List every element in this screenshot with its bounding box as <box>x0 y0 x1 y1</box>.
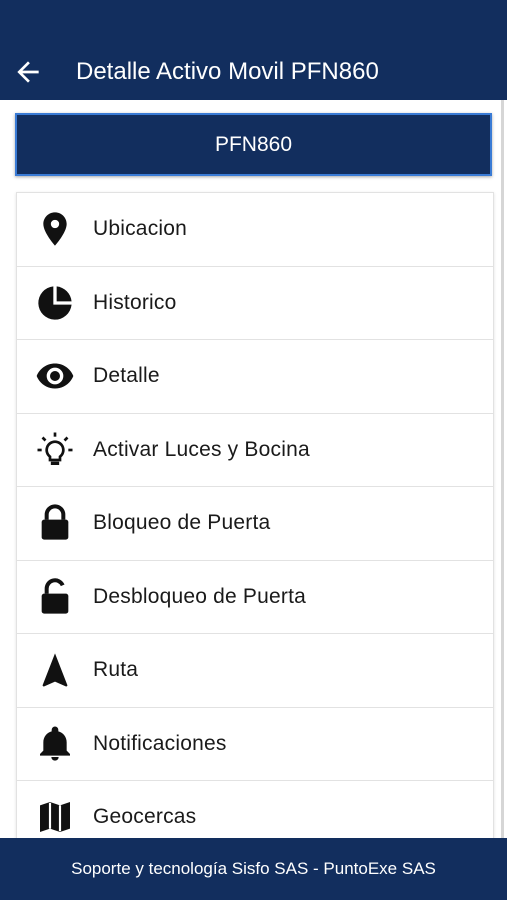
menu-item-label: Geocercas <box>93 805 197 829</box>
page-title: Detalle Activo Movil PFN860 <box>76 57 379 85</box>
pie-chart-icon <box>38 286 72 320</box>
arrow-left-icon <box>17 60 39 83</box>
menu-item-label: Ubicacion <box>93 217 188 241</box>
menu-item-notificaciones[interactable]: Notificaciones <box>17 707 493 781</box>
plate-button[interactable]: PFN860 <box>15 113 492 176</box>
menu-item-label: Historico <box>93 290 177 314</box>
menu-item-bloqueo[interactable]: Bloqueo de Puerta <box>17 487 493 561</box>
menu-item-geocercas[interactable]: Geocercas <box>17 781 493 838</box>
bell-icon <box>40 726 70 761</box>
menu-item-label: Detalle <box>93 364 160 388</box>
scrollbar[interactable] <box>501 100 504 838</box>
app-bar: Detalle Activo Movil PFN860 <box>0 43 507 100</box>
menu-list: Ubicacion Historico Detalle Activar Luce… <box>16 192 494 838</box>
content-area[interactable]: PFN860 Ubicacion Historico Detalle Activ… <box>0 100 507 838</box>
menu-item-label: Activar Luces y Bocina <box>93 437 310 461</box>
navigation-arrow-icon <box>42 653 68 687</box>
menu-item-label: Desbloqueo de Puerta <box>93 584 306 608</box>
menu-item-historico[interactable]: Historico <box>17 266 493 340</box>
footer: Soporte y tecnología Sisfo SAS - PuntoEx… <box>0 838 507 900</box>
menu-item-ruta[interactable]: Ruta <box>17 634 493 708</box>
menu-item-ubicacion[interactable]: Ubicacion <box>17 193 493 267</box>
menu-item-label: Notificaciones <box>93 731 227 755</box>
menu-item-desbloqueo[interactable]: Desbloqueo de Puerta <box>17 560 493 634</box>
map-icon <box>40 802 70 833</box>
menu-item-label: Ruta <box>93 658 139 682</box>
status-bar <box>0 0 507 43</box>
unlock-icon <box>41 578 69 614</box>
menu-item-label: Bloqueo de Puerta <box>93 511 271 535</box>
menu-item-activar-luces[interactable]: Activar Luces y Bocina <box>17 413 493 487</box>
footer-text: Soporte y tecnología Sisfo SAS - PuntoEx… <box>71 859 436 878</box>
lock-icon <box>41 504 69 540</box>
lightbulb-icon <box>37 432 73 465</box>
menu-item-detalle[interactable]: Detalle <box>17 340 493 414</box>
back-button[interactable] <box>0 43 56 100</box>
eye-icon <box>36 363 74 389</box>
location-pin-icon <box>43 212 67 246</box>
